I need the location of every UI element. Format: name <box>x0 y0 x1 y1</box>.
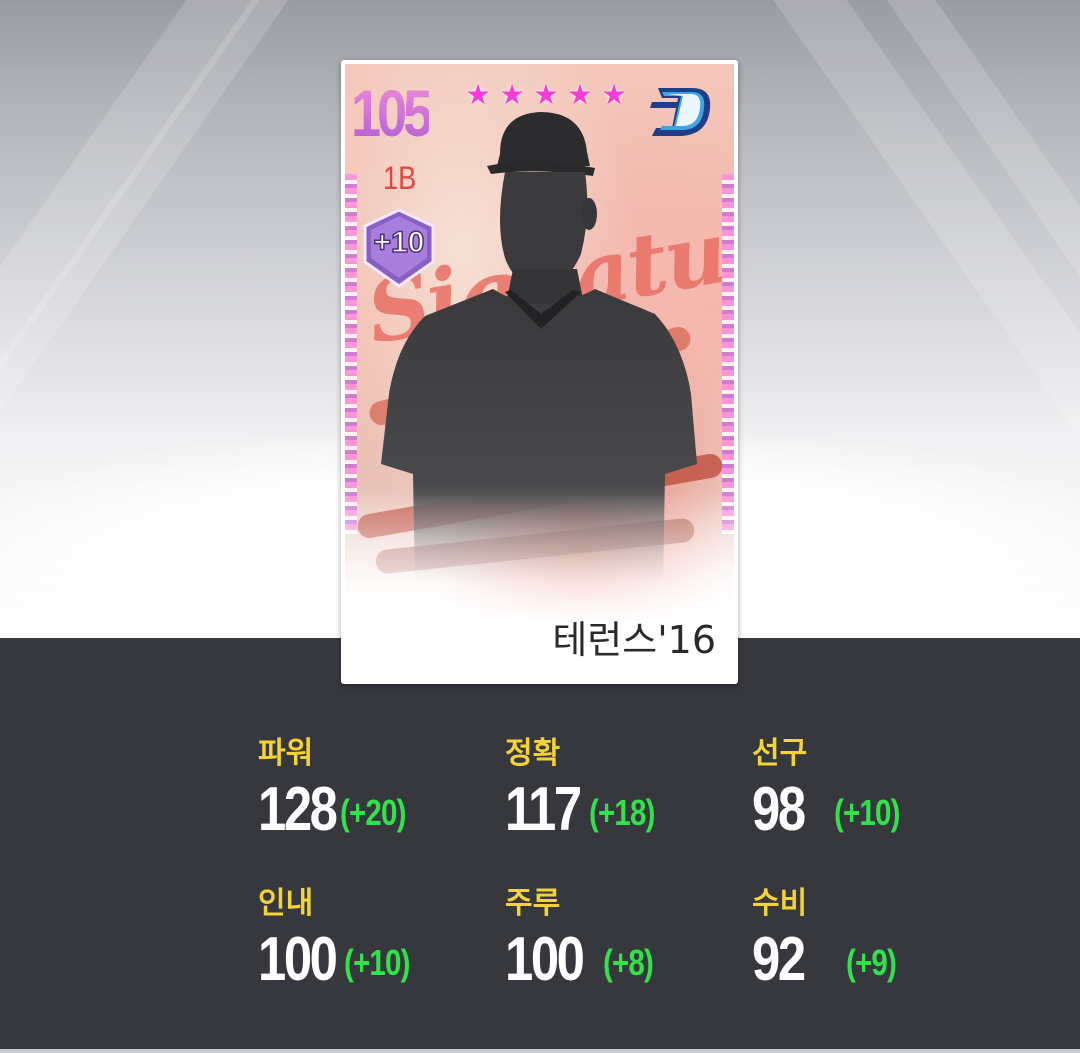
star-icon: ★ <box>499 78 525 111</box>
star-icon: ★ <box>601 78 627 111</box>
stat-label: 주루 <box>505 886 561 921</box>
stat-label: 정확 <box>505 736 561 771</box>
star-icon: ★ <box>533 78 559 111</box>
stat-value: 100 <box>505 925 585 994</box>
stat-defense: 수비 92 (+9) <box>752 878 992 998</box>
stat-patience: 인내 100 (+10) <box>258 878 498 998</box>
stat-eye: 선구 98 (+10) <box>752 728 992 848</box>
star-icon: ★ <box>567 78 593 111</box>
stat-contact: 정확 117 (+18) <box>505 728 745 848</box>
stat-value: 100 <box>258 925 338 994</box>
stat-bonus: (+10) <box>834 792 900 833</box>
panel-divider <box>0 1049 1080 1053</box>
stat-bonus: (+8) <box>603 942 654 983</box>
upgrade-badge-label: +10 <box>374 226 425 259</box>
stat-value: 92 <box>752 925 806 994</box>
stat-bonus: (+18) <box>589 792 655 833</box>
position-label: 1B <box>383 160 417 196</box>
team-d-logo-icon <box>650 88 711 136</box>
stat-label: 수비 <box>752 886 808 921</box>
star-icon: ★ <box>465 78 491 111</box>
card-artwork: Signature 10 <box>345 64 734 680</box>
stat-value: 117 <box>505 775 582 844</box>
stat-value: 128 <box>258 775 338 844</box>
player-name: 테런스'16 <box>552 618 716 662</box>
stat-power: 파워 128 (+20) <box>258 728 498 848</box>
upgrade-badge: +10 <box>363 208 435 288</box>
stat-value: 98 <box>752 775 806 844</box>
overall-rating: 105 <box>351 76 433 150</box>
player-card[interactable]: Signature 10 <box>341 60 738 684</box>
stat-bonus: (+10) <box>344 942 410 983</box>
stat-bonus: (+20) <box>340 792 406 833</box>
stat-running: 주루 100 (+8) <box>505 878 745 998</box>
star-rating: ★ ★ ★ ★ ★ <box>463 80 629 110</box>
stat-label: 파워 <box>258 736 314 771</box>
stat-label: 선구 <box>752 736 808 771</box>
stat-label: 인내 <box>258 886 314 921</box>
stat-bonus: (+9) <box>846 942 897 983</box>
